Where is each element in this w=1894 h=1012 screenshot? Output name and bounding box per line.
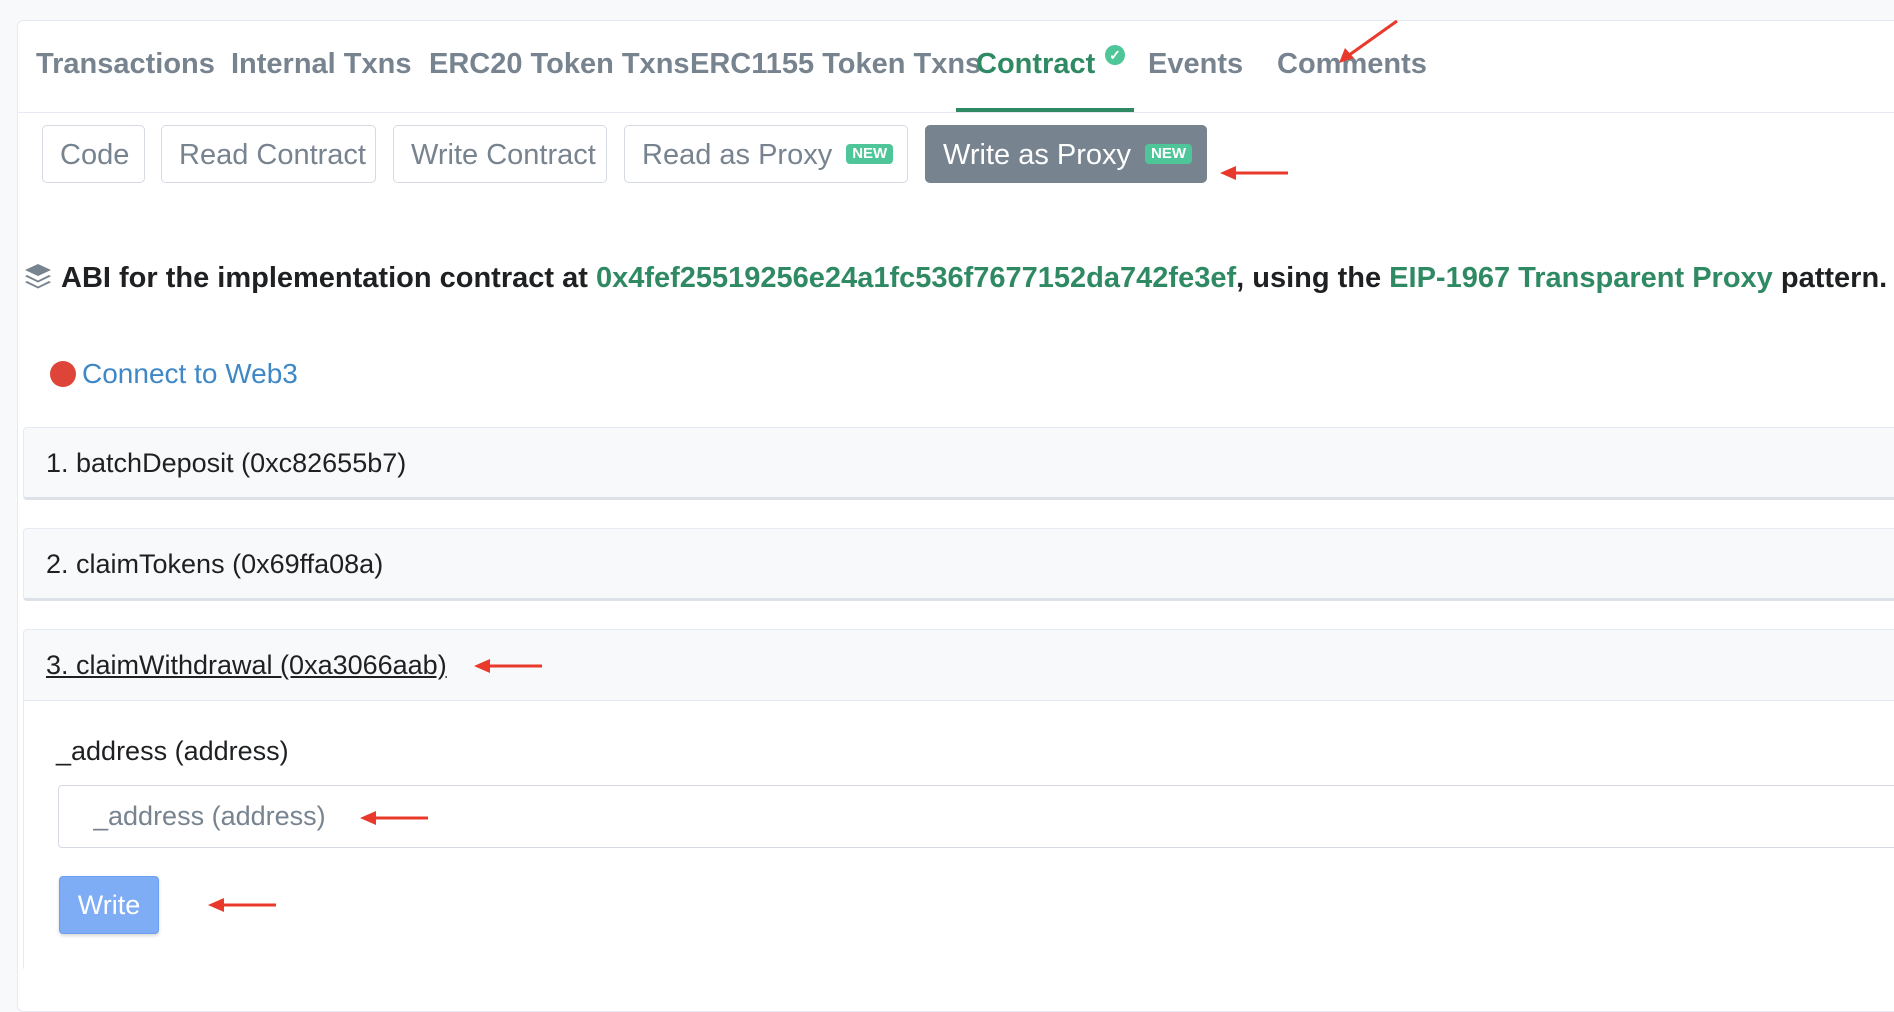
abi-prefix: ABI for the implementation contract at: [61, 262, 596, 294]
subtab-write-as-proxy-label: Write as Proxy: [943, 139, 1132, 171]
tab-internal-txns[interactable]: Internal Txns: [231, 21, 412, 112]
new-badge: NEW: [1145, 144, 1193, 164]
annotation-arrow-icon: [208, 898, 276, 912]
subtab-read-as-proxy-label: Read as Proxy: [642, 139, 833, 171]
function-header-label: 3. claimWithdrawal (0xa3066aab): [46, 650, 447, 680]
implementation-address-link[interactable]: 0x4fef25519256e24a1fc536f7677152da742fe3…: [596, 262, 1236, 294]
connect-web3[interactable]: Connect to Web3: [50, 358, 298, 390]
tab-events[interactable]: Events: [1148, 21, 1243, 112]
function-item-claim-tokens[interactable]: 2. claimTokens (0x69ffa08a): [23, 528, 1894, 601]
function-item-batch-deposit[interactable]: 1. batchDeposit (0xc82655b7): [23, 427, 1894, 500]
tab-erc20-token-txns[interactable]: ERC20 Token Txns: [429, 21, 690, 112]
check-circle-icon: ✓: [1105, 45, 1125, 65]
annotation-arrow-icon: [1339, 19, 1398, 63]
tab-contract-label: Contract: [976, 48, 1096, 80]
annotation-arrow-icon: [474, 659, 542, 673]
function-header[interactable]: 3. claimWithdrawal (0xa3066aab): [24, 630, 1894, 700]
annotation-arrow-icon: [1220, 166, 1288, 180]
abi-suffix: pattern.: [1772, 262, 1888, 294]
tab-transactions[interactable]: Transactions: [36, 21, 215, 112]
tab-bar: Transactions Internal Txns ERC20 Token T…: [18, 21, 1894, 113]
abi-middle: , using the: [1236, 262, 1390, 294]
function-header[interactable]: 1. batchDeposit (0xc82655b7): [24, 428, 1894, 498]
connect-web3-label: Connect to Web3: [82, 358, 298, 389]
subtab-code[interactable]: Code: [42, 125, 145, 183]
function-body: _address (address) Write: [24, 700, 1894, 971]
subtab-read-as-proxy[interactable]: Read as Proxy NEW: [624, 125, 908, 183]
write-button[interactable]: Write: [59, 876, 159, 934]
address-input[interactable]: [58, 785, 1894, 848]
address-field-label: _address (address): [56, 736, 289, 766]
new-badge: NEW: [846, 144, 894, 164]
function-item-claim-withdrawal: 3. claimWithdrawal (0xa3066aab) _address…: [23, 629, 1894, 971]
subtab-write-contract[interactable]: Write Contract: [393, 125, 607, 183]
status-dot-icon: [50, 361, 76, 387]
subtab-write-as-proxy[interactable]: Write as Proxy NEW: [925, 125, 1207, 183]
function-header[interactable]: 2. claimTokens (0x69ffa08a): [24, 529, 1894, 599]
annotation-arrow-icon: [360, 811, 428, 825]
subtab-read-contract[interactable]: Read Contract: [161, 125, 376, 183]
tab-contract[interactable]: Contract ✓: [956, 21, 1134, 112]
tab-erc1155-token-txns[interactable]: ERC1155 Token Txns: [690, 21, 981, 112]
abi-notice: ABI for the implementation contract at 0…: [23, 262, 1887, 298]
layers-icon: [23, 262, 53, 298]
proxy-pattern-link[interactable]: EIP-1967 Transparent Proxy: [1389, 262, 1773, 294]
